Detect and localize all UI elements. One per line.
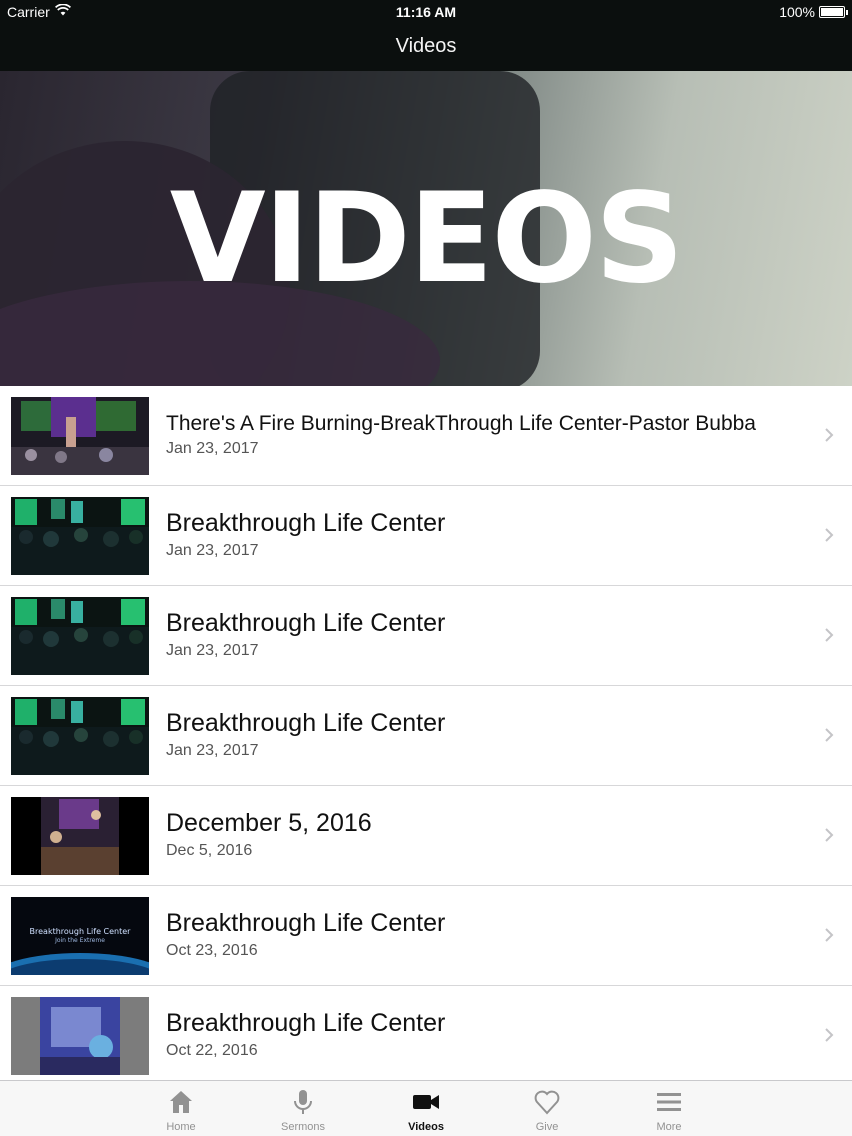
- microphone-icon: [294, 1090, 312, 1114]
- hero-banner: VIDEOS: [0, 71, 852, 386]
- tab-videos[interactable]: Videos: [376, 1081, 476, 1136]
- menu-icon: [657, 1093, 681, 1111]
- hero-title: VIDEOS: [169, 167, 684, 311]
- chevron-right-icon: [825, 928, 834, 942]
- video-thumbnail: [11, 497, 149, 575]
- video-row[interactable]: Breakthrough Life Center Oct 22, 2016: [0, 986, 852, 1086]
- video-camera-icon: [413, 1095, 439, 1109]
- video-date: Jan 23, 2017: [166, 742, 259, 759]
- tab-label: Home: [166, 1121, 196, 1133]
- thumbnail-caption: Breakthrough Life Center: [29, 927, 131, 936]
- tab-home[interactable]: Home: [131, 1081, 231, 1136]
- video-text: Breakthrough Life Center Jan 23, 2017: [166, 509, 812, 560]
- video-text: December 5, 2016 Dec 5, 2016: [166, 809, 812, 860]
- video-thumbnail: [11, 797, 149, 875]
- tab-label: Give: [535, 1121, 559, 1133]
- video-text: There's A Fire Burning-BreakThrough Life…: [166, 409, 812, 458]
- video-text: Breakthrough Life Center Oct 22, 2016: [166, 1009, 812, 1060]
- video-date: Oct 23, 2016: [166, 942, 258, 959]
- status-time: 11:16 AM: [395, 4, 457, 20]
- heart-icon: [534, 1090, 560, 1115]
- video-thumbnail: [11, 597, 149, 675]
- video-title: There's A Fire Burning-BreakThrough Life…: [166, 412, 756, 435]
- video-text: Breakthrough Life Center Oct 23, 2016: [166, 909, 812, 960]
- video-date: Dec 5, 2016: [166, 842, 253, 859]
- video-row[interactable]: Breakthrough Life Center Jan 23, 2017: [0, 586, 852, 686]
- video-text: Breakthrough Life Center Jan 23, 2017: [166, 709, 812, 760]
- navigation-bar: Carrier 11:16 AM 100% Videos: [0, 0, 852, 71]
- tab-more[interactable]: More: [619, 1081, 719, 1136]
- video-thumbnail: [11, 997, 149, 1075]
- thumbnail-subcaption: Join the Extreme: [55, 937, 105, 944]
- video-title: Breakthrough Life Center: [166, 909, 446, 937]
- video-title: Breakthrough Life Center: [166, 1009, 446, 1037]
- video-row[interactable]: December 5, 2016 Dec 5, 2016: [0, 786, 852, 886]
- chevron-right-icon: [825, 528, 834, 542]
- video-title: Breakthrough Life Center: [166, 709, 446, 737]
- status-bar: Carrier 11:16 AM 100%: [0, 0, 852, 24]
- video-date: Jan 23, 2017: [166, 642, 259, 659]
- video-list: There's A Fire Burning-BreakThrough Life…: [0, 386, 852, 1086]
- chevron-right-icon: [825, 428, 834, 442]
- video-thumbnail: [11, 397, 149, 475]
- video-row[interactable]: Breakthrough Life Center Jan 23, 2017: [0, 486, 852, 586]
- video-title: Breakthrough Life Center: [166, 509, 446, 537]
- chevron-right-icon: [825, 728, 834, 742]
- battery-icon: [819, 6, 848, 18]
- tab-label: Videos: [408, 1121, 444, 1133]
- video-text: Breakthrough Life Center Jan 23, 2017: [166, 609, 812, 660]
- page-title: Videos: [395, 35, 457, 57]
- tab-label: Sermons: [280, 1121, 326, 1133]
- video-title: December 5, 2016: [166, 809, 372, 837]
- tab-bar: Home Sermons Videos Give More: [0, 1080, 852, 1136]
- tab-sermons[interactable]: Sermons: [253, 1081, 353, 1136]
- video-title: Breakthrough Life Center: [166, 609, 446, 637]
- chevron-right-icon: [825, 628, 834, 642]
- video-date: Jan 23, 2017: [166, 440, 259, 457]
- tab-label: More: [656, 1121, 682, 1133]
- video-row[interactable]: Breakthrough Life Center Jan 23, 2017: [0, 686, 852, 786]
- video-date: Oct 22, 2016: [166, 1042, 258, 1059]
- battery-percentage: 100%: [779, 4, 815, 20]
- tab-give[interactable]: Give: [497, 1081, 597, 1136]
- video-row[interactable]: Breakthrough Life Center Join the Extreme…: [0, 886, 852, 986]
- chevron-right-icon: [825, 828, 834, 842]
- home-icon: [170, 1091, 192, 1113]
- chevron-right-icon: [825, 1028, 834, 1042]
- video-thumbnail: Breakthrough Life Center Join the Extreme: [11, 897, 149, 975]
- video-row[interactable]: There's A Fire Burning-BreakThrough Life…: [0, 386, 852, 486]
- video-date: Jan 23, 2017: [166, 542, 259, 559]
- video-thumbnail: [11, 697, 149, 775]
